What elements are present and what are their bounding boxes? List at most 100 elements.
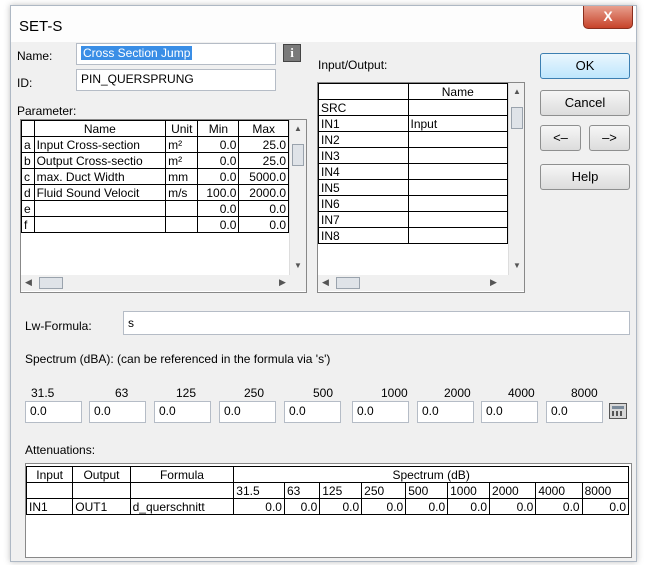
spectrum-band-input[interactable]: 0.0 bbox=[417, 401, 474, 423]
parameter-name-cell[interactable]: Input Cross-section bbox=[33, 136, 167, 153]
calculator-icon[interactable] bbox=[609, 403, 627, 419]
io-row[interactable]: IN3 bbox=[318, 147, 508, 164]
parameter-vscroll[interactable]: ▲ ▼ bbox=[289, 120, 306, 275]
attenuation-row[interactable]: IN1 OUT1 d_querschnitt 0.0 0.0 0.0 0.0 0.0 0.… bbox=[25, 498, 630, 515]
scroll-down-icon[interactable]: ▼ bbox=[513, 261, 521, 270]
info-icon[interactable]: i bbox=[283, 44, 301, 62]
cancel-button[interactable]: Cancel bbox=[540, 90, 630, 116]
scroll-thumb[interactable] bbox=[511, 107, 523, 129]
parameter-name-cell[interactable]: max. Duct Width bbox=[33, 168, 167, 185]
io-name-cell[interactable] bbox=[407, 147, 508, 164]
parameter-name-cell[interactable]: Output Cross-sectio bbox=[33, 152, 167, 169]
parameter-max-cell[interactable]: 25.0 bbox=[238, 152, 289, 169]
spectrum-band-input[interactable]: 0.0 bbox=[89, 401, 146, 423]
io-label: Input/Output: bbox=[318, 58, 388, 72]
attenuation-value-cell[interactable]: 0.0 bbox=[535, 498, 583, 515]
io-name-cell[interactable] bbox=[407, 179, 508, 196]
attenuation-input-cell[interactable]: IN1 bbox=[25, 498, 74, 515]
parameter-row[interactable]: b Output Cross-sectio m² 0.0 25.0 bbox=[21, 152, 289, 169]
parameter-name-cell[interactable] bbox=[33, 216, 167, 233]
attenuation-value-cell[interactable]: 0.0 bbox=[447, 498, 491, 515]
parameter-max-cell[interactable]: 25.0 bbox=[238, 136, 289, 153]
scroll-right-icon[interactable]: ▶ bbox=[279, 277, 286, 288]
scroll-thumb[interactable] bbox=[336, 277, 360, 289]
ok-button[interactable]: OK bbox=[540, 53, 630, 79]
parameter-min-cell[interactable]: 0.0 bbox=[197, 216, 240, 233]
attenuation-value-cell[interactable]: 0.0 bbox=[233, 498, 285, 515]
parameter-min-cell[interactable]: 0.0 bbox=[197, 200, 240, 217]
parameter-row[interactable]: c max. Duct Width mm 0.0 5000.0 bbox=[21, 168, 289, 185]
io-name-cell[interactable] bbox=[407, 163, 508, 180]
name-value: Cross Section Jump bbox=[81, 46, 193, 60]
attenuation-value-cell[interactable]: 0.0 bbox=[581, 498, 630, 515]
io-row[interactable]: IN8 bbox=[318, 227, 508, 244]
scroll-thumb[interactable] bbox=[292, 144, 304, 166]
spectrum-band-input[interactable]: 0.0 bbox=[219, 401, 276, 423]
scroll-thumb[interactable] bbox=[39, 277, 63, 289]
io-row[interactable]: IN4 bbox=[318, 163, 508, 180]
io-row[interactable]: IN2 bbox=[318, 131, 508, 148]
parameter-max-cell[interactable]: 0.0 bbox=[238, 216, 289, 233]
parameter-row[interactable]: a Input Cross-section m² 0.0 25.0 bbox=[21, 136, 289, 153]
parameter-max-cell[interactable]: 2000.0 bbox=[238, 184, 289, 201]
spectrum-band-input[interactable]: 0.0 bbox=[25, 401, 82, 423]
close-button[interactable]: X bbox=[583, 6, 633, 29]
attenuation-value-cell[interactable]: 0.0 bbox=[283, 498, 321, 515]
scroll-left-icon[interactable]: ◀ bbox=[322, 277, 329, 288]
attenuation-value-cell[interactable]: 0.0 bbox=[405, 498, 449, 515]
attenuation-value-cell[interactable]: 0.0 bbox=[489, 498, 537, 515]
next-button[interactable]: –> bbox=[589, 125, 630, 151]
parameter-min-cell[interactable]: 0.0 bbox=[197, 152, 240, 169]
parameter-name-cell[interactable] bbox=[33, 200, 167, 217]
attenuation-formula-cell[interactable]: d_querschnitt bbox=[129, 498, 235, 515]
parameter-min-cell[interactable]: 0.0 bbox=[197, 168, 240, 185]
io-name-cell[interactable] bbox=[407, 131, 508, 148]
parameter-unit-cell[interactable]: m/s bbox=[165, 184, 199, 201]
formula-input[interactable]: s bbox=[123, 311, 630, 335]
scroll-left-icon[interactable]: ◀ bbox=[25, 277, 32, 288]
parameter-unit-cell[interactable] bbox=[165, 200, 199, 217]
io-row[interactable]: IN7 bbox=[318, 211, 508, 228]
io-vscroll[interactable]: ▲ ▼ bbox=[508, 83, 524, 275]
scroll-up-icon[interactable]: ▲ bbox=[513, 87, 521, 96]
parameter-name-cell[interactable]: Fluid Sound Velocit bbox=[33, 184, 167, 201]
spectrum-band-input[interactable]: 0.0 bbox=[352, 401, 409, 423]
io-name-cell[interactable] bbox=[407, 195, 508, 212]
parameter-unit-cell[interactable]: mm bbox=[165, 168, 199, 185]
parameter-unit-cell[interactable] bbox=[165, 216, 199, 233]
spectrum-band-input[interactable]: 0.0 bbox=[481, 401, 538, 423]
scroll-right-icon[interactable]: ▶ bbox=[490, 277, 497, 288]
io-name-cell[interactable] bbox=[407, 211, 508, 228]
help-button[interactable]: Help bbox=[540, 164, 630, 190]
spectrum-band-input[interactable]: 0.0 bbox=[284, 401, 341, 423]
io-row[interactable]: IN5 bbox=[318, 179, 508, 196]
id-input[interactable]: PIN_QUERSPRUNG bbox=[76, 69, 276, 91]
name-input[interactable]: Cross Section Jump bbox=[76, 43, 276, 65]
io-row[interactable]: IN6 bbox=[318, 195, 508, 212]
parameter-unit-cell[interactable]: m² bbox=[165, 152, 199, 169]
attenuation-output-cell[interactable]: OUT1 bbox=[72, 498, 131, 515]
io-row[interactable]: IN1 Input bbox=[318, 115, 508, 132]
io-row[interactable]: SRC bbox=[318, 99, 508, 116]
io-name-cell[interactable] bbox=[407, 99, 508, 116]
parameter-max-cell[interactable]: 0.0 bbox=[238, 200, 289, 217]
spectrum-band-input[interactable]: 0.0 bbox=[546, 401, 603, 423]
parameter-max-cell[interactable]: 5000.0 bbox=[238, 168, 289, 185]
io-name-cell[interactable]: Input bbox=[407, 115, 508, 132]
parameter-row[interactable]: f 0.0 0.0 bbox=[21, 216, 289, 233]
previous-button[interactable]: <– bbox=[540, 125, 581, 151]
parameter-min-cell[interactable]: 100.0 bbox=[197, 184, 240, 201]
parameter-min-cell[interactable]: 0.0 bbox=[197, 136, 240, 153]
attenuation-value-cell[interactable]: 0.0 bbox=[361, 498, 407, 515]
parameter-unit-cell[interactable]: m² bbox=[165, 136, 199, 153]
attenuation-value-cell[interactable]: 0.0 bbox=[319, 498, 363, 515]
scroll-down-icon[interactable]: ▼ bbox=[294, 261, 302, 270]
parameter-hscroll[interactable]: ◀ ▶ bbox=[21, 275, 306, 291]
spectrum-band-label: 125 bbox=[176, 386, 197, 400]
spectrum-band-input[interactable]: 0.0 bbox=[154, 401, 211, 423]
parameter-row[interactable]: d Fluid Sound Velocit m/s 100.0 2000.0 bbox=[21, 184, 289, 201]
io-hscroll[interactable]: ◀ ▶ bbox=[318, 275, 524, 291]
scroll-up-icon[interactable]: ▲ bbox=[294, 124, 302, 133]
io-name-cell[interactable] bbox=[407, 227, 508, 244]
parameter-row[interactable]: e 0.0 0.0 bbox=[21, 200, 289, 217]
